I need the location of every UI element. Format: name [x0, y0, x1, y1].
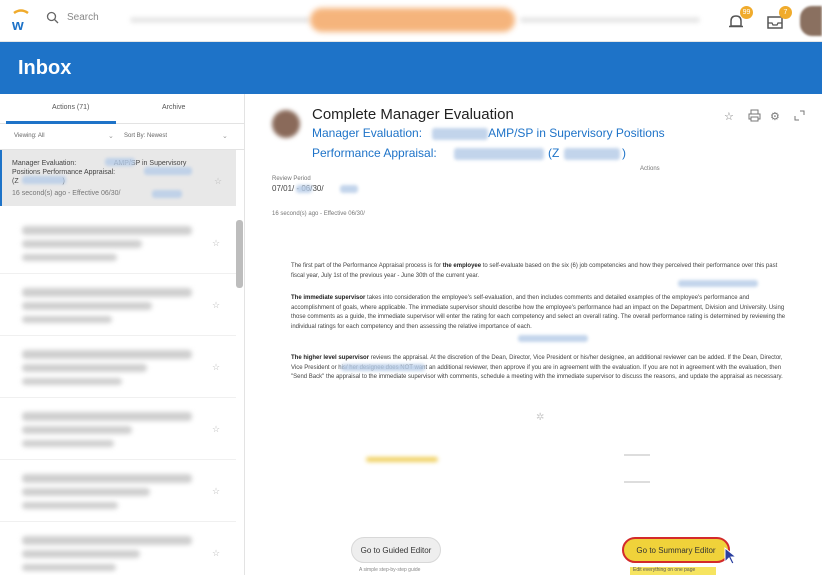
redacted-text [432, 128, 488, 140]
inbox-button[interactable]: 7 [765, 6, 792, 33]
scrollbar[interactable] [236, 220, 243, 288]
guided-editor-button[interactable]: Go to Guided Editor [351, 537, 441, 563]
notification-badge: 99 [740, 6, 753, 19]
redacted-text [518, 335, 588, 342]
redacted-text [564, 148, 620, 160]
link-text: Manager Evaluation: [312, 126, 423, 140]
review-period-label: Review Period [272, 176, 311, 182]
redacted-area [130, 17, 310, 23]
search-box[interactable]: Search [46, 11, 99, 24]
divider [624, 481, 650, 483]
list-item[interactable]: ☆ [0, 526, 236, 575]
workday-logo-icon[interactable]: w [10, 9, 32, 33]
list-item[interactable]: ☆ [0, 278, 236, 336]
paragraph-bold: the employee [442, 263, 482, 269]
item-title-part: (Z [12, 178, 19, 186]
star-icon[interactable]: ☆ [212, 238, 220, 249]
svg-text:w: w [11, 17, 24, 33]
filter-bar: Viewing: All ⌄ Sort By: Newest ⌄ [0, 124, 244, 150]
list-item-meta: 16 second(s) ago - Effective 06/30/ [12, 190, 121, 197]
cursor-icon [724, 546, 738, 565]
user-avatar[interactable] [800, 6, 822, 36]
star-icon[interactable]: ☆ [724, 110, 734, 123]
paragraph-text: takes into consideration the employee's … [291, 295, 786, 330]
chevron-down-icon[interactable]: ⌄ [222, 132, 228, 140]
loading-icon: ✲ [536, 412, 545, 423]
actions-button[interactable]: Actions [640, 166, 660, 172]
star-icon[interactable]: ☆ [212, 362, 220, 373]
redacted-banner [310, 8, 515, 32]
guided-editor-caption: A simple step-by-step guide [359, 567, 421, 573]
inbox-list-panel: Actions (71) Archive Viewing: All ⌄ Sort… [0, 94, 245, 575]
star-icon[interactable]: ☆ [212, 486, 220, 497]
summary-editor-button[interactable]: Go to Summary Editor [622, 537, 730, 563]
star-icon[interactable]: ☆ [212, 548, 220, 559]
summary-editor-caption: Edit everything on one page [630, 567, 716, 575]
progress-indicator [366, 457, 438, 462]
tab-actions[interactable]: Actions (71) [52, 104, 89, 111]
redacted-text [341, 364, 425, 371]
viewing-filter[interactable]: Viewing: All [14, 133, 45, 139]
redacted-text [152, 190, 182, 198]
inbox-tabs: Actions (71) Archive [0, 94, 244, 124]
top-bar: w Search 99 7 [0, 0, 822, 42]
redacted-text [296, 185, 312, 193]
print-icon[interactable] [748, 109, 761, 122]
page-title: Inbox [18, 57, 72, 79]
star-icon[interactable]: ☆ [212, 424, 220, 435]
redacted-text [340, 185, 358, 193]
instructions-paragraph-1: The first part of the Performance Apprai… [291, 262, 787, 281]
task-detail-panel: Complete Manager Evaluation Manager Eval… [246, 94, 822, 575]
tab-archive[interactable]: Archive [162, 104, 185, 111]
appraisal-id-prefix: (Z [548, 146, 560, 160]
redacted-text [678, 280, 758, 287]
redacted-area [520, 17, 700, 23]
gear-icon[interactable]: ⚙ [770, 110, 780, 123]
task-title: Complete Manager Evaluation [312, 106, 514, 123]
notifications-button[interactable]: 99 [726, 6, 753, 33]
item-title-part: Manager Evaluation: [12, 160, 77, 167]
paragraph-bold: The higher level supervisor [291, 355, 370, 361]
timeline-meta: 16 second(s) ago - Effective 06/30/ [272, 211, 365, 217]
link-text: Performance Appraisal: [312, 146, 437, 160]
redacted-text [105, 158, 135, 166]
evaluation-link[interactable]: Manager Evaluation: AMP/SP in Supervisor… [312, 126, 665, 140]
redacted-text [22, 176, 66, 184]
paragraph-text: The first part of the Performance Apprai… [291, 263, 443, 269]
redacted-text [454, 148, 544, 160]
divider [624, 454, 650, 456]
appraisal-id-suffix: ) [622, 146, 626, 160]
sort-filter[interactable]: Sort By: Newest [124, 133, 167, 139]
list-item[interactable]: ☆ [0, 402, 236, 460]
search-placeholder: Search [67, 12, 99, 23]
link-text: AMP/SP in Supervisory Positions [488, 126, 665, 140]
inbox-header: Inbox [0, 42, 822, 94]
paragraph-bold: The immediate supervisor [291, 295, 366, 301]
employee-avatar [272, 110, 300, 138]
inbox-badge: 7 [779, 6, 792, 19]
chevron-down-icon[interactable]: ⌄ [108, 132, 114, 140]
search-icon [46, 11, 59, 24]
instructions-paragraph-2: The immediate supervisor takes into cons… [291, 294, 787, 332]
star-icon[interactable]: ☆ [212, 300, 220, 311]
list-item[interactable]: ☆ [0, 340, 236, 398]
expand-icon[interactable] [794, 110, 805, 121]
star-icon[interactable]: ☆ [214, 176, 222, 187]
list-item-active[interactable]: Manager Evaluation: AMP/SP in Supervisor… [0, 150, 236, 206]
appraisal-link[interactable]: Performance Appraisal: [312, 146, 437, 160]
list-item[interactable]: ☆ [0, 216, 236, 274]
list-item[interactable]: ☆ [0, 464, 236, 522]
redacted-text [144, 167, 192, 175]
